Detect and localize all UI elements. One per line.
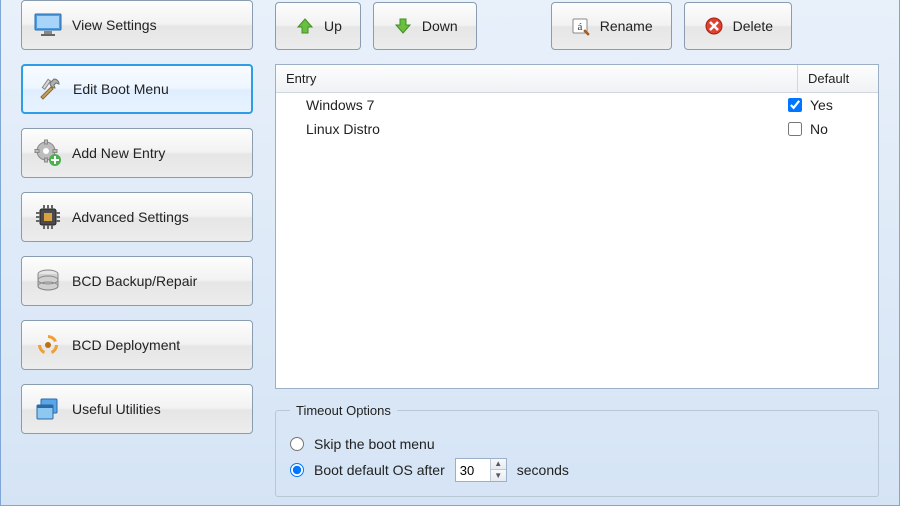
list-header: Entry Default bbox=[276, 65, 878, 93]
delete-button[interactable]: Delete bbox=[684, 2, 792, 50]
nav-label: Advanced Settings bbox=[72, 209, 189, 225]
nav-label: Useful Utilities bbox=[72, 401, 161, 417]
nav-advanced-settings[interactable]: Advanced Settings bbox=[21, 192, 253, 242]
down-button[interactable]: Down bbox=[373, 2, 477, 50]
svg-text:á: á bbox=[577, 21, 582, 33]
entry-name: Linux Distro bbox=[286, 121, 788, 137]
button-label: Delete bbox=[733, 18, 773, 34]
default-checkbox[interactable] bbox=[788, 98, 802, 112]
boot-entries-list: Entry Default Windows 7 Yes Linux Distro… bbox=[275, 64, 879, 389]
rename-button[interactable]: á Rename bbox=[551, 2, 672, 50]
main-panel: Up Down á Rename Delete bbox=[261, 0, 899, 505]
table-row[interactable]: Windows 7 Yes bbox=[276, 93, 878, 117]
tools-icon bbox=[35, 75, 63, 103]
database-icon bbox=[34, 267, 62, 295]
opt-skip-label: Skip the boot menu bbox=[314, 436, 435, 452]
nav-edit-boot-menu[interactable]: Edit Boot Menu bbox=[21, 64, 253, 114]
button-label: Down bbox=[422, 18, 458, 34]
gear-plus-icon bbox=[34, 139, 62, 167]
entry-default-cell: No bbox=[788, 121, 868, 137]
nav-bcd-deployment[interactable]: BCD Deployment bbox=[21, 320, 253, 370]
default-label: No bbox=[810, 121, 828, 137]
timeout-legend: Timeout Options bbox=[290, 403, 397, 418]
opt-boot-row: Boot default OS after ▲ ▼ seconds bbox=[290, 458, 864, 482]
delete-icon bbox=[703, 15, 725, 37]
opt-skip-row[interactable]: Skip the boot menu bbox=[290, 436, 864, 452]
col-entry[interactable]: Entry bbox=[276, 65, 798, 92]
recycle-icon bbox=[34, 331, 62, 359]
timeout-input[interactable] bbox=[456, 461, 490, 480]
radio-skip[interactable] bbox=[290, 437, 304, 451]
button-label: Rename bbox=[600, 18, 653, 34]
monitor-icon bbox=[34, 11, 62, 39]
entry-name: Windows 7 bbox=[286, 97, 788, 113]
rename-icon: á bbox=[570, 15, 592, 37]
spinner-arrows: ▲ ▼ bbox=[490, 459, 506, 481]
nav-label: BCD Deployment bbox=[72, 337, 180, 353]
timeout-options-group: Timeout Options Skip the boot menu Boot … bbox=[275, 403, 879, 497]
nav-useful-utilities[interactable]: Useful Utilities bbox=[21, 384, 253, 434]
chip-icon bbox=[34, 203, 62, 231]
table-row[interactable]: Linux Distro No bbox=[276, 117, 878, 141]
arrow-down-icon bbox=[392, 15, 414, 37]
up-button[interactable]: Up bbox=[275, 2, 361, 50]
spinner-up[interactable]: ▲ bbox=[491, 459, 506, 470]
list-body: Windows 7 Yes Linux Distro No bbox=[276, 93, 878, 388]
spinner-down[interactable]: ▼ bbox=[491, 470, 506, 481]
opt-boot-label-pre: Boot default OS after bbox=[314, 462, 445, 478]
nav-view-settings[interactable]: View Settings bbox=[21, 0, 253, 50]
nav-add-new-entry[interactable]: Add New Entry bbox=[21, 128, 253, 178]
entry-default-cell: Yes bbox=[788, 97, 868, 113]
default-label: Yes bbox=[810, 97, 833, 113]
default-checkbox[interactable] bbox=[788, 122, 802, 136]
nav-label: Edit Boot Menu bbox=[73, 81, 169, 97]
timeout-spinner: ▲ ▼ bbox=[455, 458, 507, 482]
toolbar: Up Down á Rename Delete bbox=[275, 2, 879, 50]
arrow-up-icon bbox=[294, 15, 316, 37]
nav-label: View Settings bbox=[72, 17, 157, 33]
toolbar-spacer bbox=[489, 2, 539, 50]
opt-boot-label-post: seconds bbox=[517, 462, 569, 478]
windows-stack-icon bbox=[34, 395, 62, 423]
nav-label: Add New Entry bbox=[72, 145, 165, 161]
sidebar: View Settings Edit Boot Menu Add New Ent… bbox=[1, 0, 261, 505]
button-label: Up bbox=[324, 18, 342, 34]
nav-label: BCD Backup/Repair bbox=[72, 273, 197, 289]
radio-boot-default[interactable] bbox=[290, 463, 304, 477]
col-default[interactable]: Default bbox=[798, 65, 878, 92]
nav-bcd-backup-repair[interactable]: BCD Backup/Repair bbox=[21, 256, 253, 306]
